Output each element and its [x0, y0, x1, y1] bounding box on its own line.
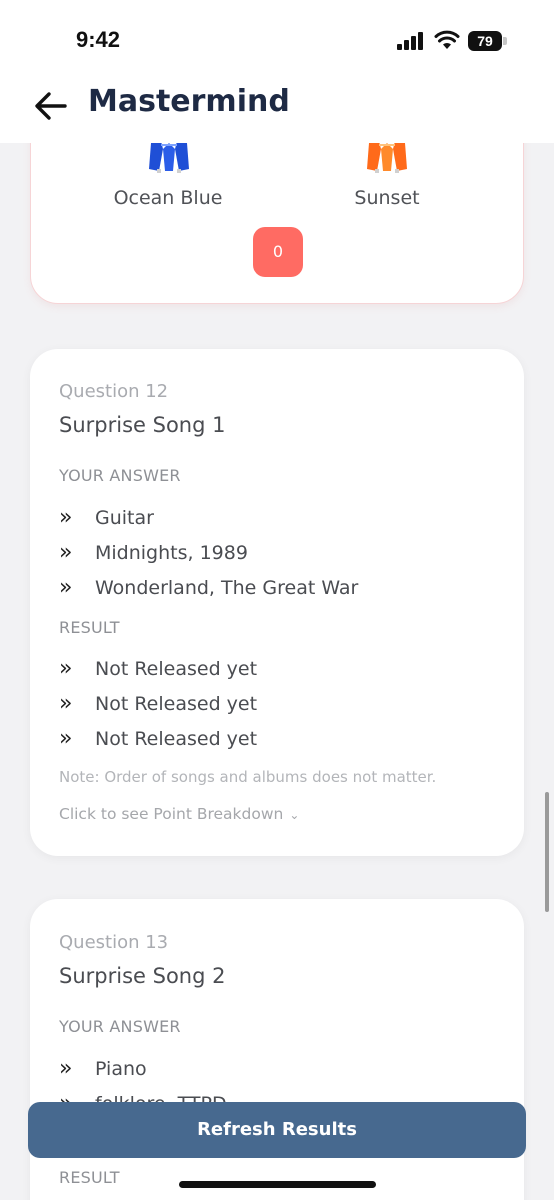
double-chevron-right-icon: »: [59, 505, 73, 530]
point-breakdown-toggle[interactable]: Click to see Point Breakdown ⌄: [59, 805, 299, 823]
cellular-signal-icon: [397, 32, 423, 50]
app-header: 9:42 79 Mastermind: [0, 0, 554, 143]
result-heading: RESULT: [59, 618, 120, 637]
double-chevron-right-icon: »: [59, 540, 73, 565]
point-breakdown-label: Click to see Point Breakdown: [59, 805, 284, 823]
double-chevron-right-icon: »: [59, 1056, 73, 1081]
theme-label-sunset: Sunset: [354, 187, 420, 209]
question-title: Surprise Song 2: [59, 964, 226, 988]
double-chevron-right-icon: »: [59, 656, 73, 681]
double-chevron-right-icon: »: [59, 726, 73, 751]
double-chevron-right-icon: »: [59, 575, 73, 600]
page-title: Mastermind: [88, 84, 290, 119]
wifi-icon: [434, 30, 460, 49]
scrollbar[interactable]: [545, 792, 549, 912]
refresh-results-button[interactable]: Refresh Results: [28, 1102, 526, 1158]
back-arrow-icon[interactable]: [33, 88, 69, 124]
your-answer-heading: YOUR ANSWER: [59, 1017, 181, 1036]
question-number: Question 13: [59, 932, 169, 953]
order-note: Note: Order of songs and albums does not…: [59, 768, 437, 786]
battery-indicator: 79: [468, 31, 502, 51]
theme-label-ocean-blue: Ocean Blue: [113, 187, 223, 209]
question-number: Question 12: [59, 381, 169, 402]
double-chevron-right-icon: »: [59, 691, 73, 716]
ocean-blue-dress-icon: [149, 141, 189, 173]
chevron-down-icon: ⌄: [289, 808, 300, 822]
status-time: 9:42: [76, 27, 121, 52]
question-title: Surprise Song 1: [59, 413, 226, 437]
home-indicator[interactable]: [179, 1181, 376, 1188]
score-badge: 0: [253, 227, 303, 277]
your-answer-heading: YOUR ANSWER: [59, 466, 181, 485]
sunset-dress-icon: [367, 141, 407, 173]
question-card-12: Question 12 Surprise Song 1 YOUR ANSWER …: [30, 349, 524, 856]
battery-tip: [503, 37, 507, 45]
result-heading: RESULT: [59, 1168, 120, 1187]
